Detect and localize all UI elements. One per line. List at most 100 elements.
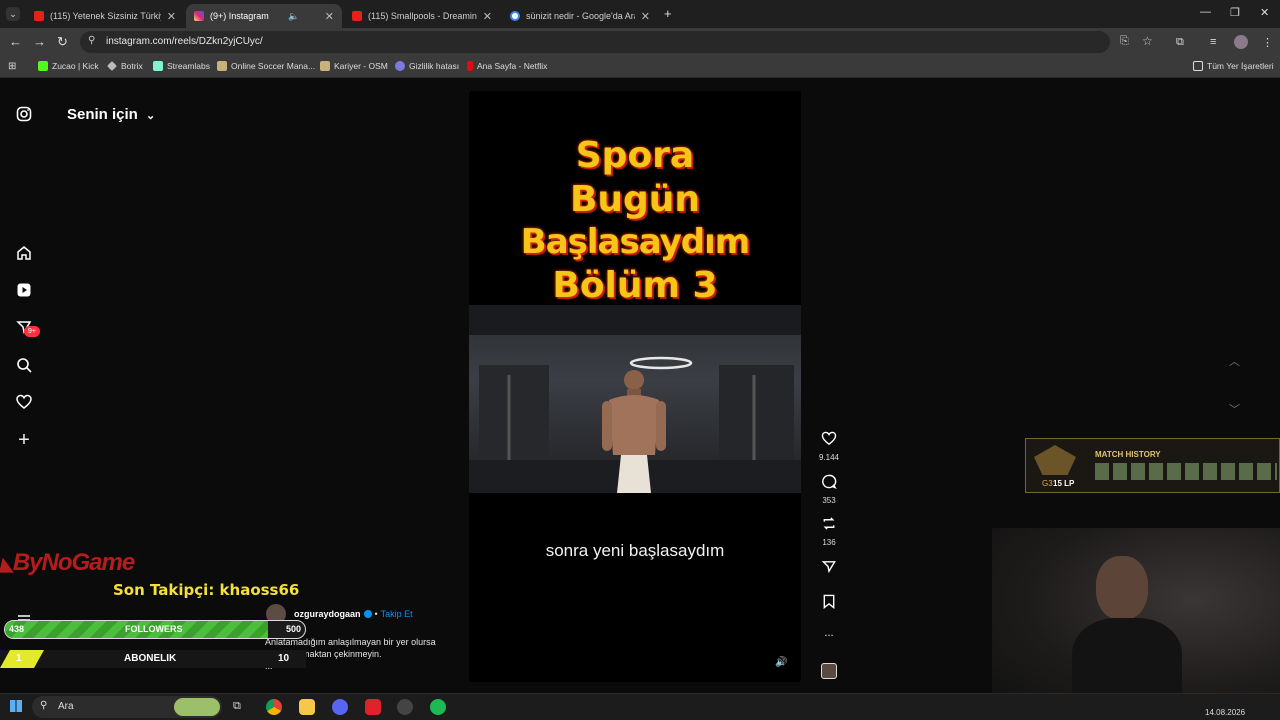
close-icon[interactable]: ✕	[477, 10, 492, 23]
scroll-up-icon[interactable]: ︿	[1229, 353, 1240, 369]
follow-button[interactable]: Takip Et	[381, 609, 413, 619]
spotify-icon[interactable]	[430, 699, 446, 715]
tab-media-icon[interactable]: ≡	[1210, 36, 1216, 48]
notification-badge: 9+	[24, 326, 40, 337]
match-history-title: MATCH HISTORY	[1095, 450, 1161, 459]
minimize-icon[interactable]: —	[1200, 6, 1211, 18]
reel-title-line: Spora	[575, 135, 695, 176]
taskbar-search[interactable]: ⚲ Ara	[32, 696, 222, 718]
like-count: 9.144	[818, 453, 840, 462]
more-dots-icon: ...	[824, 627, 834, 639]
create-plus-icon[interactable]: +	[15, 430, 33, 450]
sub-label: ABONELIK	[124, 653, 177, 664]
file-explorer-icon[interactable]	[299, 699, 315, 715]
repost-button[interactable]: 136	[814, 516, 844, 547]
search-icon[interactable]	[15, 357, 33, 375]
bookmark-streamlabs[interactable]: Streamlabs	[153, 61, 210, 71]
brand-text: ByNoGame	[12, 549, 135, 576]
follower-goal: 500	[286, 624, 302, 634]
reel-video-player[interactable]: Spora Bugün Başlasaydım Bölüm 3 sonra ye…	[469, 91, 801, 682]
comment-count: 353	[822, 496, 836, 505]
reel-title-graphic: Spora Bugün Başlasaydım Bölüm 3	[469, 91, 801, 306]
author-username[interactable]: ozguraydogaan	[294, 609, 361, 619]
cast-icon[interactable]: ⎘	[1120, 35, 1129, 48]
search-highlight-image	[174, 698, 220, 716]
address-bar[interactable]: ⚲ instagram.com/reels/DZkn2yjCUyc/ ⎘ ☆	[80, 31, 1153, 53]
tab-google[interactable]: sünizit nedir - Google'da Ara ✕	[502, 4, 658, 28]
heart-icon[interactable]	[15, 394, 33, 412]
obs-icon[interactable]	[397, 699, 413, 715]
bookmark-zucao[interactable]: Zucao | Kick	[38, 61, 99, 71]
tab-instagram[interactable]: (9+) Instagram 🔈 ✕	[186, 4, 342, 28]
instagram-logo-icon[interactable]	[15, 106, 33, 124]
url-text[interactable]: instagram.com/reels/DZkn2yjCUyc/	[106, 36, 263, 47]
audio-thumbnail[interactable]	[821, 663, 837, 679]
reel-title-line: Başlasaydım	[520, 222, 750, 262]
reels-icon[interactable]	[15, 282, 33, 300]
profile-avatar[interactable]	[1234, 35, 1248, 49]
verified-icon	[363, 610, 372, 618]
like-button[interactable]: 9.144	[814, 431, 844, 462]
close-window-icon[interactable]: ✕	[1260, 6, 1269, 19]
tab-search-button[interactable]: ⌄	[6, 7, 20, 21]
more-options-button[interactable]: ...	[814, 627, 844, 639]
rank-tier: G3	[1042, 479, 1053, 488]
sub-goal-fill	[0, 650, 44, 668]
separator-dot: •	[374, 609, 378, 619]
volume-icon[interactable]: 🔊	[775, 657, 787, 668]
share-button[interactable]	[814, 559, 844, 579]
reload-icon[interactable]: ↻	[57, 35, 68, 49]
reel-title-line: Bugün	[569, 179, 701, 220]
bookmarks-bar: ⊞ Zucao | Kick Botrix Streamlabs Online …	[0, 56, 1280, 78]
search-placeholder: Ara	[58, 701, 74, 712]
close-icon[interactable]: ✕	[635, 10, 650, 23]
bookmark-gizlilik[interactable]: Gizlilik hatası	[395, 61, 459, 71]
folder-icon	[1193, 61, 1203, 71]
bookmark-netflix[interactable]: Ana Sayfa - Netflix	[467, 61, 547, 71]
bookmark-kariyer[interactable]: Kariyer - OSM	[320, 61, 388, 71]
tab-title: sünizit nedir - Google'da Ara	[526, 11, 635, 21]
forward-icon[interactable]: →	[33, 35, 46, 49]
messages-icon[interactable]: 9+	[15, 319, 40, 337]
tab-youtube-2[interactable]: (115) Smallpools - Dreaming (C ✕	[344, 4, 500, 28]
bookmark-star-icon[interactable]: ☆	[1142, 34, 1153, 48]
rank-lp: 15 LP	[1053, 479, 1075, 488]
last-follower-label: Son Takipçi: khaoss66	[113, 581, 300, 599]
bookmark-osm[interactable]: Online Soccer Mana...	[217, 61, 315, 71]
close-icon[interactable]: ✕	[319, 10, 334, 23]
youtube-icon	[34, 11, 44, 21]
chrome-icon[interactable]	[266, 699, 282, 715]
home-icon[interactable]	[15, 245, 33, 263]
save-button[interactable]	[814, 594, 844, 614]
tab-youtube-1[interactable]: (115) Yetenek Sizsiniz Türkiye'n ✕	[26, 4, 184, 28]
task-view-icon[interactable]: ⧉	[233, 700, 241, 713]
feed-selector[interactable]: Senin için ⌄	[67, 106, 155, 123]
apps-grid-icon[interactable]: ⊞	[8, 61, 16, 72]
new-tab-button[interactable]: +	[664, 6, 672, 21]
restore-icon[interactable]: ❐	[1230, 6, 1240, 19]
site-info-icon[interactable]: ⚲	[88, 35, 95, 46]
menu-dots-icon[interactable]: ⋮	[1262, 36, 1273, 49]
bookmark-botrix[interactable]: Botrix	[107, 61, 143, 71]
tab-title: (115) Yetenek Sizsiniz Türkiye'n	[50, 11, 161, 21]
streaming-app-icon[interactable]	[365, 699, 381, 715]
all-bookmarks[interactable]: Tüm Yer İşaretleri	[1193, 61, 1274, 71]
discord-icon[interactable]	[332, 699, 348, 715]
bookmark-label: Gizlilik hatası	[409, 61, 460, 71]
bynogame-logo: ◣ByNoGame	[0, 549, 135, 577]
google-icon	[510, 11, 520, 21]
speaker-icon[interactable]: 🔈	[288, 11, 299, 22]
close-icon[interactable]: ✕	[161, 10, 176, 23]
youtube-icon	[352, 11, 362, 21]
botrix-icon	[107, 61, 117, 71]
windows-start-icon[interactable]	[10, 700, 22, 712]
chevron-down-icon: ⌄	[146, 110, 156, 122]
comment-button[interactable]: 353	[814, 474, 844, 505]
repost-count: 136	[822, 538, 836, 547]
extensions-icon[interactable]: ⧉	[1176, 36, 1184, 49]
sub-goal-bar: 1 ABONELIK 10	[0, 650, 306, 668]
scroll-down-icon[interactable]: ﹀	[1229, 401, 1240, 417]
search-icon: ⚲	[40, 700, 48, 711]
back-icon[interactable]: ←	[9, 35, 22, 49]
discord-icon	[395, 61, 405, 71]
